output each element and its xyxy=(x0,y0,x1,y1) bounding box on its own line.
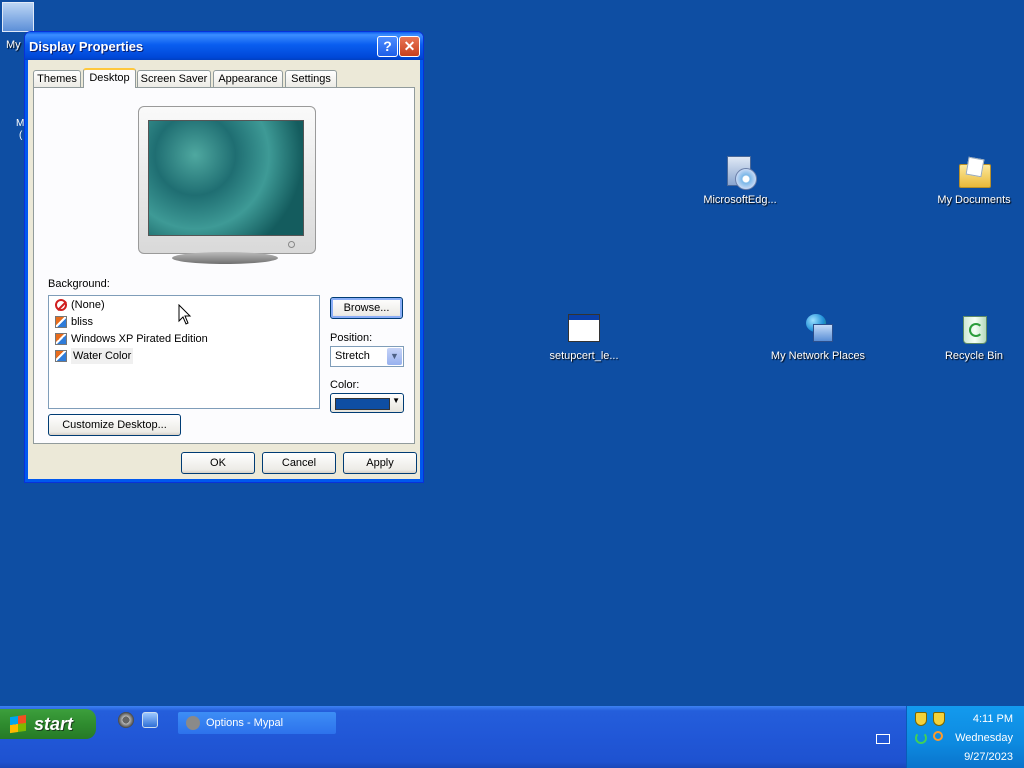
tab-settings[interactable]: Settings xyxy=(285,70,337,87)
monitor-power-icon xyxy=(288,241,295,248)
desktop-icon-recycle-bin[interactable]: Recycle Bin xyxy=(926,312,1022,363)
taskbar-item-options-mypal[interactable]: Options - Mypal xyxy=(178,712,336,734)
color-swatch xyxy=(335,398,390,410)
desktop-icon-label: Recycle Bin xyxy=(944,350,1004,362)
image-file-icon xyxy=(55,333,67,345)
ok-button[interactable]: OK xyxy=(181,452,255,474)
display-properties-window: Display Properties ? ✕ Themes Desktop Sc… xyxy=(24,31,424,483)
position-label: Position: xyxy=(330,332,373,344)
help-icon: ? xyxy=(383,38,392,54)
position-select[interactable]: Stretch ▼ xyxy=(330,346,404,367)
start-button[interactable]: start xyxy=(0,709,96,739)
image-file-icon xyxy=(55,316,67,328)
search-icon[interactable] xyxy=(933,731,943,741)
desktop-icon-my-documents[interactable]: My Documents xyxy=(926,156,1022,207)
folder-icon xyxy=(957,156,991,190)
list-item-label: Windows XP Pirated Edition xyxy=(71,333,208,345)
desktop-icon-microsoftedge-installer[interactable]: MicrosoftEdg... xyxy=(692,156,788,207)
keyboard-icon[interactable] xyxy=(876,734,890,744)
customize-desktop-button[interactable]: Customize Desktop... xyxy=(48,414,181,436)
browse-button[interactable]: Browse... xyxy=(330,297,403,319)
network-refresh-icon[interactable] xyxy=(915,732,927,744)
quick-launch-ie-icon[interactable] xyxy=(142,712,158,728)
position-value: Stretch xyxy=(335,350,370,362)
list-item-selected[interactable]: Water Color xyxy=(55,348,134,364)
clock-day: Wednesday xyxy=(955,732,1013,744)
monitor-preview xyxy=(138,106,316,268)
apply-button[interactable]: Apply xyxy=(343,452,417,474)
list-item-label: bliss xyxy=(71,316,94,328)
no-background-icon xyxy=(55,299,67,311)
list-item-label: Water Color xyxy=(71,348,134,364)
mypal-icon xyxy=(186,716,200,730)
taskbar: start Options - Mypal 4:11 PM Wednesday … xyxy=(0,706,1024,768)
color-label: Color: xyxy=(330,379,360,391)
monitor-frame xyxy=(138,106,316,254)
recycle-bin-icon xyxy=(957,312,991,346)
clock-date: 9/27/2023 xyxy=(964,751,1013,763)
desktop-icon-label: setupcert_le... xyxy=(549,350,619,362)
window-app-icon xyxy=(567,312,601,346)
title-bar[interactable]: Display Properties ? ✕ xyxy=(25,32,423,60)
taskbar-item-label: Options - Mypal xyxy=(206,717,284,729)
windows-flag-icon xyxy=(10,714,26,734)
image-file-icon xyxy=(55,350,67,362)
close-button[interactable]: ✕ xyxy=(399,36,420,57)
list-item[interactable]: (None) xyxy=(55,297,105,313)
list-item-label: (None) xyxy=(71,299,105,311)
desktop-icon-label: My Network Places xyxy=(770,350,866,362)
tab-screen-saver[interactable]: Screen Saver xyxy=(137,70,211,87)
color-picker-button[interactable]: ▼ xyxy=(330,393,404,413)
clock-time[interactable]: 4:11 PM xyxy=(973,713,1013,725)
tab-themes[interactable]: Themes xyxy=(33,70,81,87)
wallpaper-preview xyxy=(148,120,304,236)
system-tray: 4:11 PM Wednesday 9/27/2023 xyxy=(906,706,1024,768)
start-label: start xyxy=(34,714,74,734)
security-shield-icon[interactable] xyxy=(915,712,927,726)
dropdown-arrow-icon: ▼ xyxy=(392,396,400,405)
security-shield-icon[interactable] xyxy=(933,712,945,726)
window-title: Display Properties xyxy=(29,39,144,54)
help-button[interactable]: ? xyxy=(377,36,398,57)
desktop-icon-setupcert[interactable]: setupcert_le... xyxy=(536,312,632,363)
installer-disc-icon xyxy=(723,156,757,190)
list-item[interactable]: bliss xyxy=(55,314,93,330)
close-icon: ✕ xyxy=(403,38,416,54)
background-label: Background: xyxy=(48,278,110,290)
mouse-pointer-icon xyxy=(178,304,192,325)
monitor-stand xyxy=(172,252,278,264)
desktop-icon-label: MicrosoftEdg... xyxy=(703,194,777,206)
desktop-tab-panel: Background: (None) bliss Windows XP Pira… xyxy=(33,87,415,444)
desktop-icon-label: My Documents xyxy=(937,194,1011,206)
tab-appearance[interactable]: Appearance xyxy=(213,70,283,87)
list-item[interactable]: Windows XP Pirated Edition xyxy=(55,331,208,347)
network-places-icon xyxy=(801,312,835,346)
desktop-icon-label: My xyxy=(6,39,21,51)
desktop-icon-my-network-places[interactable]: My Network Places xyxy=(770,312,866,363)
chevron-down-icon[interactable]: ▼ xyxy=(387,348,402,365)
tab-desktop[interactable]: Desktop xyxy=(83,68,136,88)
my-computer-icon xyxy=(2,2,34,32)
desktop-icon-label-fragment: ( xyxy=(19,130,23,141)
cancel-button[interactable]: Cancel xyxy=(262,452,336,474)
quick-launch-mypal-icon[interactable] xyxy=(118,712,134,728)
